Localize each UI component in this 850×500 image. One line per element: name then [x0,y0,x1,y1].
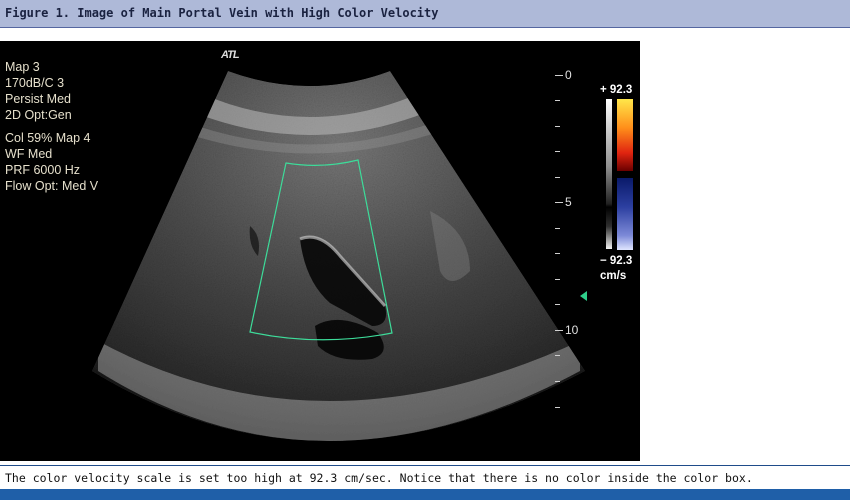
scale-min-label: − 92.3 [600,255,633,267]
setting-line: Col 59% Map 4 [5,131,91,145]
scale-max-label: + 92.3 [600,84,633,96]
figure-header: Figure 1. Image of Main Portal Vein with… [0,0,850,28]
scale-unit-label: cm/s [600,270,627,282]
grayscale-bar [606,99,612,249]
depth-tick [555,355,560,356]
figure-title: Figure 1. Image of Main Portal Vein with… [5,6,439,20]
focus-marker-icon [580,291,587,301]
depth-label: 0 [565,68,572,82]
depth-tick [555,304,560,305]
depth-tick [555,100,560,101]
depth-tick [555,381,560,382]
footer-band [0,489,850,500]
setting-line: 2D Opt:Gen [5,108,72,122]
depth-tick [555,151,560,152]
depth-tick [555,177,560,178]
setting-line: Map 3 [5,60,40,74]
depth-tick [555,75,563,76]
depth-tick [555,279,560,280]
setting-line: Flow Opt: Med V [5,179,99,193]
settings-readout-2d: Map 3 170dB/C 3 Persist Med 2D Opt:Gen [5,59,72,123]
ultrasound-image: ATL Map 3 170dB/C 3 Persist Med 2D Opt:G… [0,41,640,461]
figure-caption: The color velocity scale is set too high… [5,471,753,485]
depth-tick [555,407,560,408]
setting-line: PRF 6000 Hz [5,163,81,177]
depth-tick [555,228,560,229]
depth-tick [555,253,560,254]
depth-tick [555,202,563,203]
color-bar-positive [617,99,633,171]
ultrasound-scan-sector [92,71,585,441]
depth-tick [555,330,563,331]
setting-line: WF Med [5,147,53,161]
depth-label: 10 [565,323,579,337]
setting-line: 170dB/C 3 [5,76,65,90]
setting-line: Persist Med [5,92,71,106]
atl-logo: ATL [221,49,240,61]
color-bar-negative [617,178,633,250]
caption-divider [0,465,850,466]
settings-readout-color: Col 59% Map 4 WF Med PRF 6000 Hz Flow Op… [5,130,98,194]
depth-tick [555,126,560,127]
depth-label: 5 [565,195,572,209]
